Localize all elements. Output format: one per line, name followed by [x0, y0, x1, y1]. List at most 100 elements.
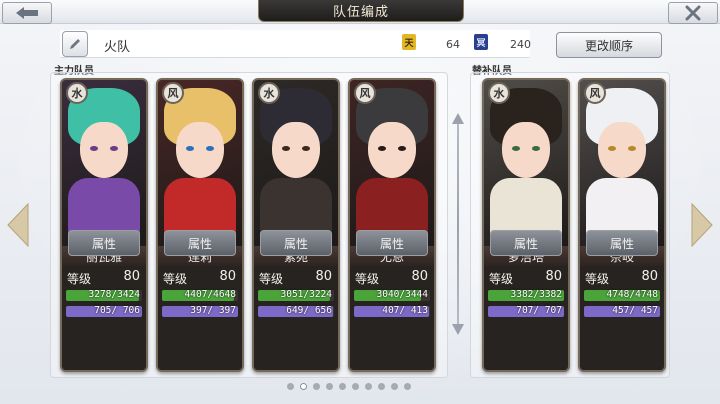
back-arrow-icon — [16, 7, 38, 19]
character-eye — [302, 146, 310, 151]
swap-divider — [457, 120, 459, 330]
gold-resource-value: 64 — [446, 38, 460, 51]
edit-team-name-button[interactable] — [62, 31, 88, 57]
page-indicator — [287, 383, 411, 390]
close-button[interactable] — [668, 2, 718, 24]
character-face — [176, 122, 224, 178]
character-portrait[interactable]: 风 — [350, 80, 434, 248]
hp-value: 4748/4748 — [606, 289, 658, 300]
character-stats: 等级 80 3278/3424 705/ 706 — [62, 266, 146, 370]
mp-bar: 649/ 656 — [258, 305, 334, 317]
level-label: 等级 — [355, 272, 380, 286]
page-dot[interactable] — [378, 383, 385, 390]
character-portrait[interactable]: 风 — [158, 80, 242, 248]
down-arrow-icon — [452, 324, 464, 335]
character-stats: 等级 80 4748/4748 457/ 457 — [580, 266, 664, 370]
level-label: 等级 — [259, 272, 284, 286]
mp-value: 705/ 706 — [94, 305, 140, 316]
attributes-button[interactable]: 属性 — [68, 230, 140, 256]
level-label: 等级 — [489, 272, 514, 286]
page-dot[interactable] — [313, 383, 320, 390]
element-icon: 水 — [488, 82, 510, 104]
character-stats: 等级 80 4407/4648 397/ 397 — [158, 266, 242, 370]
character-stats: 等级 80 3382/3382 707/ 707 — [484, 266, 568, 370]
page-dot[interactable] — [365, 383, 372, 390]
pencil-icon — [70, 39, 80, 49]
blue-resource-icon: 冥 — [474, 34, 488, 50]
level-value: 80 — [545, 269, 562, 284]
mp-bar: 705/ 706 — [66, 305, 142, 317]
level-value: 80 — [411, 269, 428, 284]
character-eye — [186, 146, 194, 151]
mp-bar: 407/ 413 — [354, 305, 430, 317]
level-value: 80 — [219, 269, 236, 284]
gold-resource-icon: 天 — [402, 34, 416, 50]
member-card[interactable]: 风 尤恩 等级 80 3040/3444 407/ 413 属性 — [348, 78, 436, 372]
element-icon: 风 — [162, 82, 184, 104]
member-card[interactable]: 风 奈岐 等级 80 4748/4748 457/ 457 属性 — [578, 78, 666, 372]
character-eye — [532, 146, 540, 151]
hp-bar: 4407/4648 — [162, 289, 238, 301]
member-card[interactable]: 风 莲莉 等级 80 4407/4648 397/ 397 属性 — [156, 78, 244, 372]
attributes-button[interactable]: 属性 — [260, 230, 332, 256]
mp-value: 397/ 397 — [190, 305, 236, 316]
character-eye — [512, 146, 520, 151]
page-dot[interactable] — [300, 383, 307, 390]
mp-value: 649/ 656 — [286, 305, 332, 316]
change-order-button[interactable]: 更改顺序 — [556, 32, 662, 58]
character-stats: 等级 80 3051/3224 649/ 656 — [254, 266, 338, 370]
character-eye — [282, 146, 290, 151]
team-name: 火队 — [104, 40, 131, 55]
character-eye — [206, 146, 214, 151]
attributes-button[interactable]: 属性 — [356, 230, 428, 256]
back-button[interactable] — [2, 2, 52, 24]
attributes-button[interactable]: 属性 — [164, 230, 236, 256]
page-dot[interactable] — [404, 383, 411, 390]
hp-bar: 3051/3224 — [258, 289, 334, 301]
member-card[interactable]: 水 紫苑 等级 80 3051/3224 649/ 656 属性 — [252, 78, 340, 372]
level-label: 等级 — [67, 272, 92, 286]
attributes-button[interactable]: 属性 — [490, 230, 562, 256]
character-eye — [398, 146, 406, 151]
hp-value: 3278/3424 — [88, 289, 140, 300]
character-portrait[interactable]: 风 — [580, 80, 664, 248]
hp-value: 4407/4648 — [184, 289, 236, 300]
prev-page-arrow[interactable] — [4, 202, 30, 248]
character-portrait[interactable]: 水 — [254, 80, 338, 248]
page-dot[interactable] — [326, 383, 333, 390]
attributes-button[interactable]: 属性 — [586, 230, 658, 256]
hp-value: 3051/3224 — [280, 289, 332, 300]
page-dot[interactable] — [391, 383, 398, 390]
character-face — [80, 122, 128, 178]
character-face — [598, 122, 646, 178]
character-face — [502, 122, 550, 178]
mp-bar: 457/ 457 — [584, 305, 660, 317]
next-page-arrow[interactable] — [690, 202, 716, 248]
level-value: 80 — [315, 269, 332, 284]
character-eye — [90, 146, 98, 151]
element-icon: 水 — [66, 82, 88, 104]
hp-bar: 4748/4748 — [584, 289, 660, 301]
mp-value: 707/ 707 — [516, 305, 562, 316]
character-eye — [608, 146, 616, 151]
member-card[interactable]: 水 丽瓦雅 等级 80 3278/3424 705/ 706 属性 — [60, 78, 148, 372]
character-eye — [110, 146, 118, 151]
element-icon: 风 — [584, 82, 606, 104]
up-arrow-icon — [452, 113, 464, 124]
mp-value: 457/ 457 — [612, 305, 658, 316]
member-card[interactable]: 水 萝洁塔 等级 80 3382/3382 707/ 707 属性 — [482, 78, 570, 372]
hp-bar: 3382/3382 — [488, 289, 564, 301]
level-value: 80 — [123, 269, 140, 284]
hp-value: 3382/3382 — [510, 289, 562, 300]
character-face — [272, 122, 320, 178]
page-title: 队伍编成 — [258, 0, 464, 22]
level-value: 80 — [641, 269, 658, 284]
level-label: 等级 — [585, 272, 610, 286]
page-dot[interactable] — [339, 383, 346, 390]
page-dot[interactable] — [287, 383, 294, 390]
level-label: 等级 — [163, 272, 188, 286]
character-portrait[interactable]: 水 — [484, 80, 568, 248]
page-dot[interactable] — [352, 383, 359, 390]
character-portrait[interactable]: 水 — [62, 80, 146, 248]
element-icon: 水 — [258, 82, 280, 104]
